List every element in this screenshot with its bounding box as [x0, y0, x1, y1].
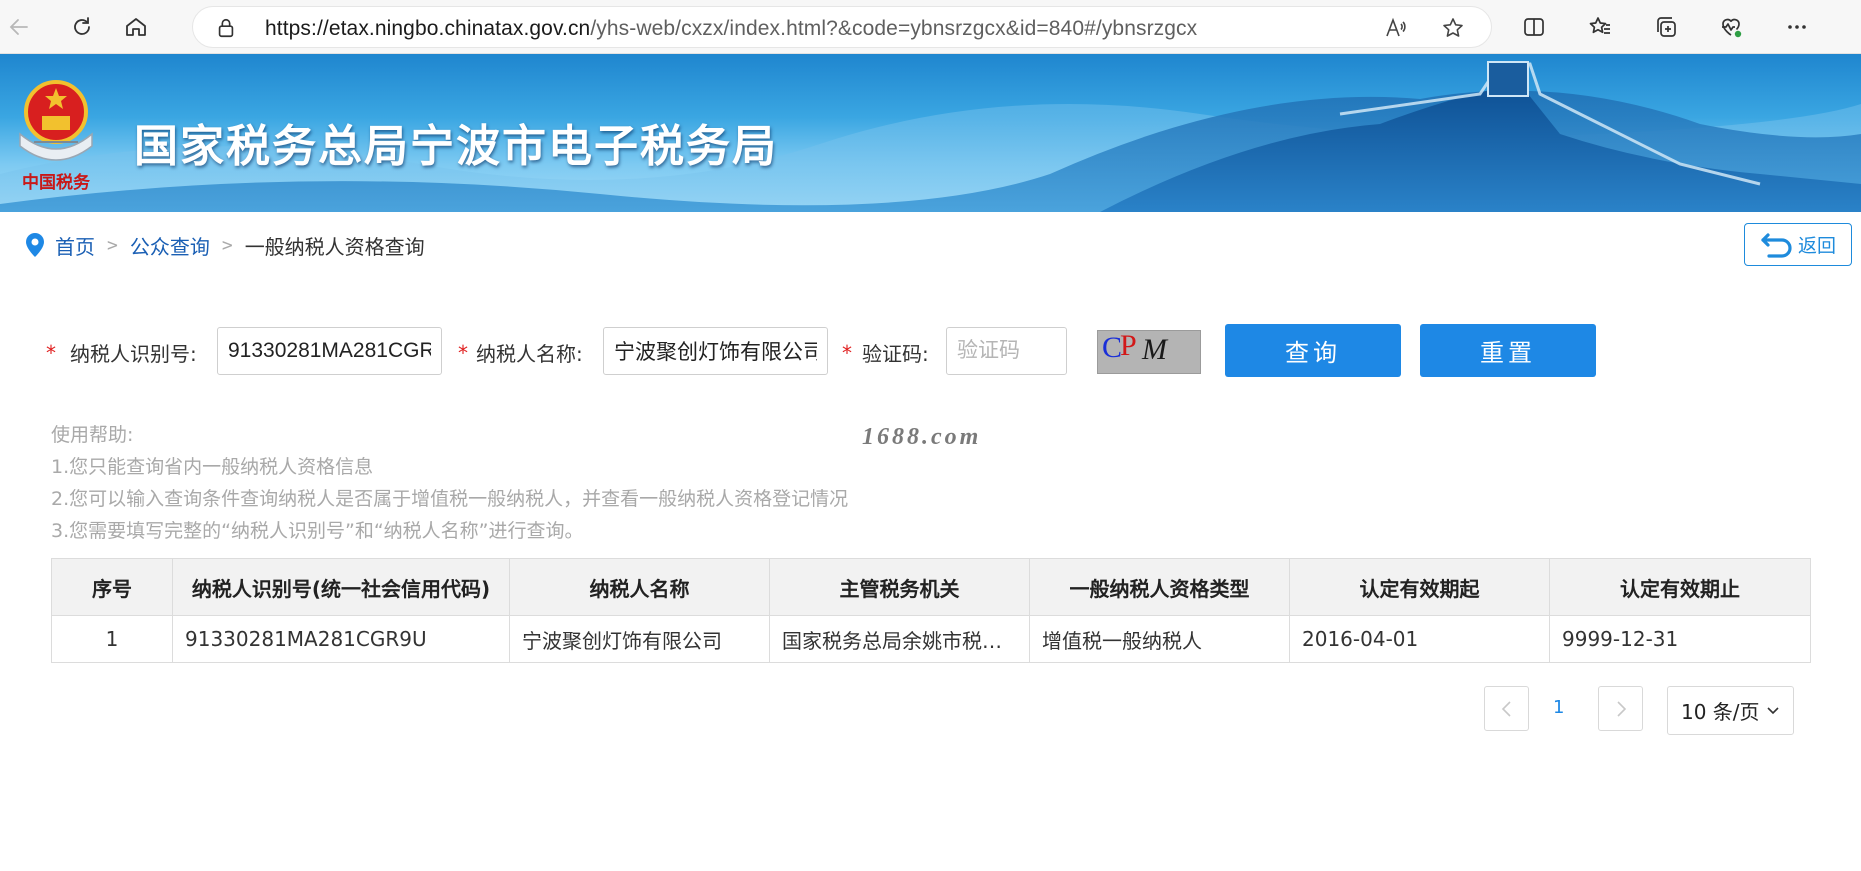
taxpayer-id-input[interactable] [217, 327, 442, 375]
tax-emblem-logo: 中国税务 [19, 80, 93, 193]
required-mark: * [842, 341, 852, 365]
url-text[interactable]: https://etax.ningbo.chinatax.gov.cn/yhs-… [265, 17, 1197, 41]
refresh-icon[interactable] [63, 8, 101, 46]
captcha-char: C [1102, 331, 1123, 364]
site-banner: 中国税务 国家税务总局宁波市电子税务局 [0, 54, 1861, 212]
address-bar[interactable]: https://etax.ningbo.chinatax.gov.cn/yhs-… [192, 6, 1492, 48]
valid-from-cell: 2016-04-01 [1289, 615, 1550, 663]
back-button-label: 返回 [1797, 235, 1836, 257]
query-form: * 纳税人识别号: * 纳税人名称: * 验证码: C P M 查询 重置 [46, 324, 1606, 379]
breadcrumb-public-query-link[interactable]: 公众查询 [130, 231, 210, 260]
home-icon[interactable] [117, 8, 155, 46]
help-line: 2.您可以输入查询条件查询纳税人是否属于增值税一般纳税人，并查看一般纳税人资格登… [51, 488, 849, 510]
browser-toolbar: https://etax.ningbo.chinatax.gov.cn/yhs-… [0, 0, 1861, 54]
results-table: 序号 纳税人识别号(统一社会信用代码) 纳税人名称 主管税务机关 一般纳税人资格… [51, 558, 1811, 663]
column-header: 主管税务机关 [769, 558, 1030, 616]
browser-essentials-icon[interactable] [1712, 8, 1750, 46]
captcha-input[interactable] [946, 327, 1067, 375]
taxpayer-name-cell: 宁波聚创灯饰有限公司 [509, 615, 770, 663]
breadcrumb-current-page: 一般纳税人资格查询 [244, 234, 425, 259]
page-size-label: 10 条/页 [1681, 700, 1760, 724]
tax-authority-cell: 国家税务总局余姚市税务局 [769, 615, 1030, 663]
column-header: 纳税人识别号(统一社会信用代码) [172, 558, 510, 616]
taxpayer-name-label: 纳税人名称: [476, 342, 583, 366]
column-header: 一般纳税人资格类型 [1029, 558, 1290, 616]
help-line: 1.您只能查询省内一般纳税人资格信息 [51, 456, 374, 478]
help-line: 3.您需要填写完整的“纳税人识别号”和“纳税人名称”进行查询。 [51, 520, 584, 542]
chevron-right-icon [1616, 700, 1626, 717]
row-index-cell: 1 [51, 615, 173, 663]
column-header: 纳税人名称 [509, 558, 770, 616]
back-button[interactable]: 返回 [1744, 223, 1852, 266]
qualification-type-cell: 增值税一般纳税人 [1029, 615, 1290, 663]
help-title: 使用帮助: [51, 424, 134, 446]
breadcrumb-separator: > [107, 234, 118, 256]
captcha-char: M [1142, 333, 1167, 366]
taxpayer-name-input[interactable] [603, 327, 828, 375]
chevron-left-icon [1501, 700, 1511, 717]
reset-button[interactable]: 重置 [1420, 324, 1596, 377]
page-number-current[interactable]: 1 [1553, 697, 1564, 718]
required-mark: * [458, 341, 468, 365]
watermark: 1688.com [862, 424, 982, 450]
column-header: 序号 [51, 558, 173, 616]
next-page-button[interactable] [1598, 686, 1643, 731]
captcha-char: P [1120, 329, 1137, 362]
location-pin-icon [26, 233, 44, 257]
table-row: 1 91330281MA281CGR9U 宁波聚创灯饰有限公司 国家税务总局余姚… [51, 615, 1811, 663]
back-arrow-icon[interactable] [0, 8, 38, 46]
chevron-down-icon [1766, 706, 1779, 714]
table-header-row: 序号 纳税人识别号(统一社会信用代码) 纳税人名称 主管税务机关 一般纳税人资格… [51, 558, 1811, 616]
captcha-label: 验证码: [862, 342, 929, 366]
collections-icon[interactable] [1647, 8, 1685, 46]
taxpayer-id-label: 纳税人识别号: [70, 342, 197, 366]
favorite-star-icon[interactable] [1441, 16, 1465, 40]
prev-page-button[interactable] [1484, 686, 1529, 731]
split-screen-icon[interactable] [1515, 8, 1553, 46]
breadcrumb-separator: > [221, 234, 233, 256]
column-header: 认定有效期起 [1289, 558, 1550, 616]
emblem-caption: 中国税务 [22, 172, 91, 193]
taxpayer-id-cell: 91330281MA281CGR9U [172, 615, 510, 663]
valid-to-cell: 9999-12-31 [1549, 615, 1811, 663]
usage-help: 使用帮助: 1.您只能查询省内一般纳税人资格信息 2.您可以输入查询条件查询纳税… [51, 419, 848, 547]
required-mark: * [46, 341, 56, 365]
captcha-image[interactable]: C P M [1097, 329, 1201, 374]
site-title: 国家税务总局宁波市电子税务局 [134, 121, 778, 172]
return-arrow-icon [1761, 232, 1792, 258]
breadcrumb-home-link[interactable]: 首页 [55, 231, 95, 260]
lock-icon[interactable] [215, 17, 237, 39]
favorites-icon[interactable] [1581, 8, 1619, 46]
read-aloud-icon[interactable] [1383, 16, 1407, 40]
breadcrumb: 首页 > 公众查询 > 一般纳税人资格查询 [24, 230, 425, 260]
query-button[interactable]: 查询 [1225, 324, 1401, 377]
page-size-select[interactable]: 10 条/页 [1667, 686, 1794, 735]
more-menu-icon[interactable] [1778, 8, 1816, 46]
column-header: 认定有效期止 [1549, 558, 1811, 616]
